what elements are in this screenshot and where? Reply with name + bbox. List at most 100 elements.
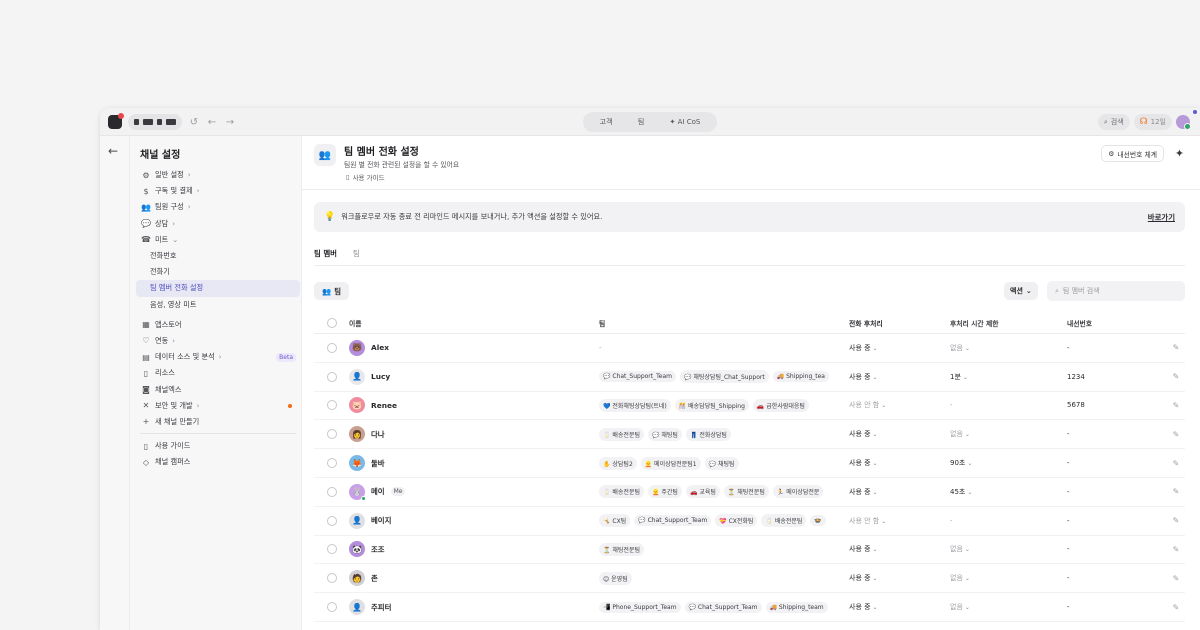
edit-icon[interactable]: ✎ (1167, 487, 1185, 496)
row-checkbox[interactable] (326, 573, 337, 584)
row-checkbox[interactable] (326, 602, 337, 613)
sidebar-subitem-voice-video-meet[interactable]: 음성, 영상 미트 (136, 297, 300, 313)
table-row[interactable]: 👤 주피터 📲 Phone_Support_Team 💬 Chat_Support_T… (314, 593, 1185, 622)
wrapup-dropdown[interactable]: 사용 중 ⌄ (849, 544, 950, 554)
tab-team-members[interactable]: 팀 멤버 (314, 248, 337, 266)
wrapup-limit-dropdown[interactable]: 없음 ⌄ (950, 544, 1067, 554)
edit-icon[interactable]: ✎ (1167, 459, 1185, 468)
col-header-extension[interactable]: 내선번호 (1067, 318, 1167, 328)
sidebar-item-resources[interactable]: ▯ 리소스 (136, 365, 300, 381)
row-checkbox[interactable] (326, 486, 337, 497)
wrapup-limit-dropdown[interactable]: 없음 ⌄ (950, 429, 1067, 439)
sidebar-title: 채널 설정 (140, 150, 181, 161)
wrapup-dropdown[interactable]: 사용 중 ⌄ (849, 343, 950, 353)
team-chip: 💝 CX전화팀 (715, 514, 758, 528)
sidebar-item-data-sources[interactable]: ▤ 데이터 소스 및 분석 › Beta (136, 349, 300, 365)
sidebar-item-members[interactable]: 👥 팀원 구성 › (136, 199, 300, 215)
row-checkbox[interactable] (326, 342, 337, 353)
sidebar-subitem-phone-number[interactable]: 전화번호 (136, 248, 300, 264)
wrapup-dropdown[interactable]: 사용 안 함 ⌄ (849, 516, 950, 526)
row-checkbox[interactable] (326, 429, 337, 440)
wrapup-dropdown[interactable]: 사용 중 ⌄ (849, 429, 950, 439)
workspace-switcher[interactable]: ↺ ← → (108, 113, 236, 131)
forward-arrow-icon[interactable]: → (224, 117, 236, 128)
wrapup-limit-dropdown[interactable]: 1분 ⌄ (950, 372, 1067, 382)
sidebar-item-security[interactable]: ✕ 보안 및 개발 › (136, 398, 300, 414)
col-header-wrapup[interactable]: 전화 후처리 (849, 318, 950, 328)
team-filter-button[interactable]: 👥 팀 (314, 282, 350, 300)
wrapup-dropdown[interactable]: 사용 중 ⌄ (849, 602, 950, 612)
table-row[interactable]: 🐼 조조 ⏳ 채팅전문팀 사용 중 ⌄ 없음 ⌄ - ✎ (314, 536, 1185, 565)
guide-link[interactable]: ▯ 사용 가이드 (346, 172, 385, 182)
table-row[interactable]: 🧑 존 😊 운영팀 사용 중 ⌄ 없음 ⌄ - ✎ (314, 564, 1185, 594)
banner-text: 워크플로우로 자동 종료 전 리마인드 메시지를 보내거나, 추가 액션을 설정… (341, 212, 603, 221)
team-chip: 👱 주간팀 (647, 485, 682, 499)
sidebar-item-appstore[interactable]: ▦ 앱스토어 (136, 317, 300, 333)
col-header-team[interactable]: 팀 (599, 318, 849, 328)
sparkle-icon[interactable]: ✦ (1171, 145, 1188, 162)
top-tab-team[interactable]: 팀 (638, 117, 644, 127)
table-row[interactable]: 🦊 둘바 ✋ 상담팀2 👱 메이상담전문팀1 💬 채팅팀 사용 중 ⌄ 90초 ⌄ - ✎ (314, 449, 1185, 478)
wrapup-dropdown[interactable]: 사용 안 함 ⌄ (849, 400, 950, 410)
table-row[interactable]: 🐻 Alex - 사용 중 ⌄ 없음 ⌄ - ✎ (314, 334, 1185, 363)
notification-dot (1193, 110, 1197, 114)
tab-teams[interactable]: 팀 (353, 248, 360, 266)
sidebar-item-integrations[interactable]: ♡ 연동 › (136, 333, 300, 349)
history-icon[interactable]: ↺ (188, 117, 200, 128)
sidebar-item-channelx[interactable]: ◙ 채널엑스 (136, 381, 300, 397)
col-header-name[interactable]: 이름 (349, 318, 599, 328)
chevron-right-icon: › (218, 353, 222, 362)
wrapup-limit-dropdown[interactable]: 없음 ⌄ (950, 343, 1067, 353)
edit-icon[interactable]: ✎ (1167, 401, 1185, 410)
row-checkbox[interactable] (326, 458, 337, 469)
edit-icon[interactable]: ✎ (1167, 343, 1185, 352)
global-search-button[interactable]: ⌕ 검색 (1097, 114, 1130, 130)
wrapup-dropdown[interactable]: 사용 중 ⌄ (849, 487, 950, 497)
col-header-wrapup-limit[interactable]: 후처리 시간 제한 (950, 318, 1067, 328)
wrapup-dropdown[interactable]: 사용 중 ⌄ (849, 372, 950, 382)
call-status-button[interactable]: ☊ 12일 (1133, 114, 1172, 130)
back-arrow-icon[interactable]: ← (206, 117, 218, 128)
edit-icon[interactable]: ✎ (1167, 372, 1185, 381)
sidebar-subitem-phone-device[interactable]: 전화기 (136, 264, 300, 280)
sidebar-item-general[interactable]: ⚙ 일반 설정 › (136, 167, 300, 183)
edit-icon[interactable]: ✎ (1167, 516, 1185, 525)
sidebar-item-consult[interactable]: 💬 상담 › (136, 216, 300, 232)
wrapup-dropdown[interactable]: 사용 중 ⌄ (849, 573, 950, 583)
banner-link[interactable]: 바로가기 (1148, 212, 1175, 223)
table-row[interactable]: 👤 베이지 🤸 CX팀 💬 Chat_Support_Team 💝 CX전화팀 🥛 배송전… (314, 507, 1185, 536)
row-checkbox[interactable] (326, 400, 337, 411)
user-avatar[interactable] (1176, 115, 1191, 130)
row-checkbox[interactable] (326, 371, 337, 382)
sidebar-item-campus[interactable]: ◇ 채널 캠퍼스 (136, 454, 300, 470)
table-row[interactable]: 👤 Lucy 💬 Chat_Support_Team 💬 채팅상담팀_Chat_Sup… (314, 363, 1185, 392)
wrapup-dropdown[interactable]: 사용 중 ⌄ (849, 458, 950, 468)
edit-icon[interactable]: ✎ (1167, 545, 1185, 554)
edit-icon[interactable]: ✎ (1167, 574, 1185, 583)
top-tab-ai-cos[interactable]: ✦ AI CoS (670, 118, 701, 126)
select-all-checkbox[interactable] (326, 317, 337, 328)
action-dropdown[interactable]: 액션 ⌄ (1004, 282, 1038, 300)
wrapup-limit-dropdown[interactable]: 없음 ⌄ (950, 602, 1067, 612)
member-search-input[interactable]: ⌕ 팀 멤버 검색 (1047, 281, 1185, 301)
top-tab-customers[interactable]: 고객 (600, 117, 613, 127)
table-row[interactable]: 👩 다나 🥛 배송전문팀 💬 채팅팀 👖 전화상담팀 사용 중 ⌄ 없음 ⌄ - ✎ (314, 420, 1185, 450)
wrapup-limit-dropdown[interactable]: 90초 ⌄ (950, 458, 1067, 468)
sidebar-item-billing[interactable]: $ 구독 및 결제 › (136, 183, 300, 199)
back-arrow-icon[interactable]: ← (108, 144, 118, 158)
wrapup-limit-dropdown[interactable]: 45초 ⌄ (950, 487, 1067, 497)
table-row[interactable]: 🐷 Renee 💙 전화채팅상담팀(트네) 🎊 배송담당팀_Shipping 🚗 급한사… (314, 392, 1185, 421)
table-row[interactable]: 🐰 메이 Me 🥛 배송전문팀 👱 주간팀 🚗 교육팀 ⏳ 채팅전문팀 🏃 메이상담전문 사용 … (314, 478, 1185, 507)
sidebar-item-guide[interactable]: ▯ 사용 가이드 (136, 438, 300, 454)
row-checkbox[interactable] (326, 544, 337, 555)
row-checkbox[interactable] (326, 515, 337, 526)
workspace-pill[interactable] (128, 114, 182, 130)
sidebar-item-meet[interactable]: ☎ 미트 ⌄ (136, 232, 300, 248)
member-name-cell: 🐰 메이 Me (349, 483, 599, 501)
wrapup-limit-dropdown[interactable]: 없음 ⌄ (950, 573, 1067, 583)
extension-scheme-button[interactable]: ⚙ 내선번호 체계 (1101, 145, 1164, 162)
edit-icon[interactable]: ✎ (1167, 430, 1185, 439)
edit-icon[interactable]: ✎ (1167, 603, 1185, 612)
sidebar-subitem-team-call-settings[interactable]: 팀 멤버 전화 설정 (136, 280, 300, 297)
sidebar-item-new-channel[interactable]: + 새 채널 만들기 (136, 414, 300, 430)
